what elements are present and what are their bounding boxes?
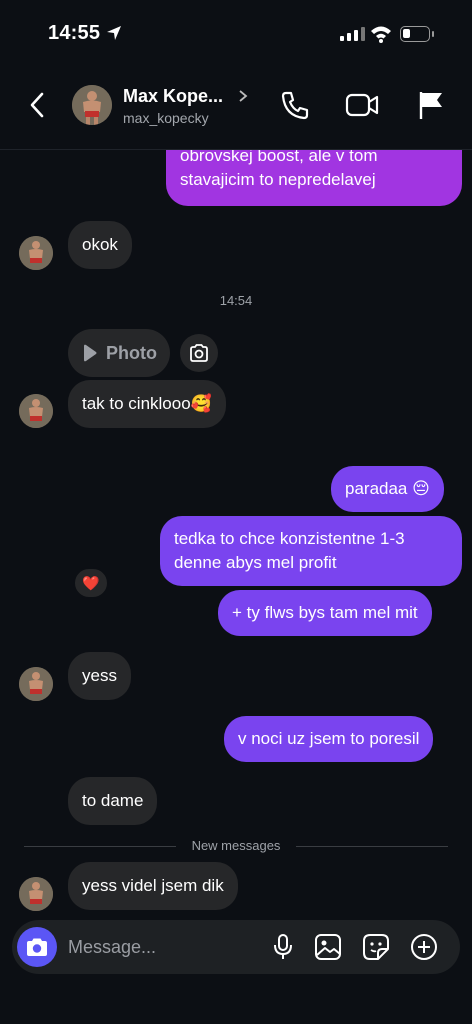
video-icon[interactable] (345, 90, 379, 120)
gallery-icon[interactable] (314, 933, 342, 961)
cellular-signal-icon (340, 27, 365, 41)
message-text: tak to cinklooo🥰 (82, 394, 212, 413)
message-bubble-sent[interactable]: v noci uz jsem to poresil (224, 716, 434, 762)
message-bubble-sent[interactable]: obrovskej boost, ale v tom stavajicim to… (166, 150, 462, 206)
sender-avatar[interactable] (19, 667, 53, 701)
message-text: + ty flws bys tam mel mit (232, 603, 418, 622)
status-bar: 14:55 (0, 0, 472, 70)
photo-attachment[interactable]: Photo (68, 329, 170, 377)
message-composer (12, 920, 460, 974)
wifi-icon (371, 26, 391, 43)
sender-avatar[interactable] (19, 877, 53, 911)
message-bubble-sent[interactable]: + ty flws bys tam mel mit (218, 590, 432, 636)
message-text: paradaa 😔 (345, 479, 430, 498)
message-text: okok (82, 235, 118, 254)
flag-icon[interactable] (417, 90, 445, 120)
contact-avatar[interactable] (72, 85, 112, 125)
message-text: to dame (82, 791, 144, 810)
contact-username: max_kopecky (123, 110, 209, 126)
message-text: obrovskej boost, ale v tom (180, 150, 378, 165)
camera-icon (27, 938, 47, 956)
phone-icon[interactable] (280, 90, 310, 120)
message-bubble-received[interactable]: okok (68, 221, 132, 269)
chevron-right-icon[interactable] (238, 89, 248, 103)
sticker-icon[interactable] (362, 933, 390, 961)
message-input[interactable] (68, 933, 258, 961)
sender-avatar[interactable] (19, 394, 53, 428)
divider-line (296, 846, 448, 847)
message-bubble-received[interactable]: yess (68, 652, 131, 700)
message-text: stavajicim to nepredelavej (180, 170, 376, 189)
message-bubble-received[interactable]: yess videl jsem dik (68, 862, 238, 910)
back-icon[interactable] (26, 92, 50, 118)
camera-button[interactable] (17, 927, 57, 967)
message-bubble-received[interactable]: to dame (68, 777, 158, 825)
plus-icon[interactable] (410, 933, 438, 961)
chat-header: Max Kope... max_kopecky (0, 70, 472, 150)
heart-reaction[interactable]: ❤️ (73, 567, 109, 599)
play-icon (84, 344, 97, 362)
status-time: 14:55 (48, 22, 101, 44)
camera-reply-button[interactable] (180, 334, 218, 372)
camera-icon (190, 344, 208, 362)
battery-icon (400, 26, 430, 42)
message-bubble-received[interactable]: tak to cinklooo🥰 (68, 380, 226, 428)
message-text: v noci uz jsem to poresil (238, 729, 420, 748)
message-bubble-sent[interactable]: tedka to chce konzistentne 1-3 denne aby… (160, 516, 462, 586)
contact-name[interactable]: Max Kope... (123, 86, 223, 107)
sender-avatar[interactable] (19, 236, 53, 270)
photo-label: Photo (106, 342, 157, 363)
microphone-icon[interactable] (272, 933, 294, 961)
message-text: tedka to chce konzistentne 1-3 (174, 529, 405, 548)
timestamp: 14:54 (219, 293, 253, 308)
message-text: yess (82, 666, 117, 685)
message-text: denne abys mel profit (174, 553, 337, 572)
location-arrow-icon (107, 26, 121, 40)
battery-tip (432, 31, 434, 37)
message-text: yess videl jsem dik (82, 876, 224, 895)
message-list[interactable]: obrovskej boost, ale v tom stavajicim to… (0, 150, 472, 920)
message-bubble-sent[interactable]: paradaa 😔 (331, 466, 444, 512)
